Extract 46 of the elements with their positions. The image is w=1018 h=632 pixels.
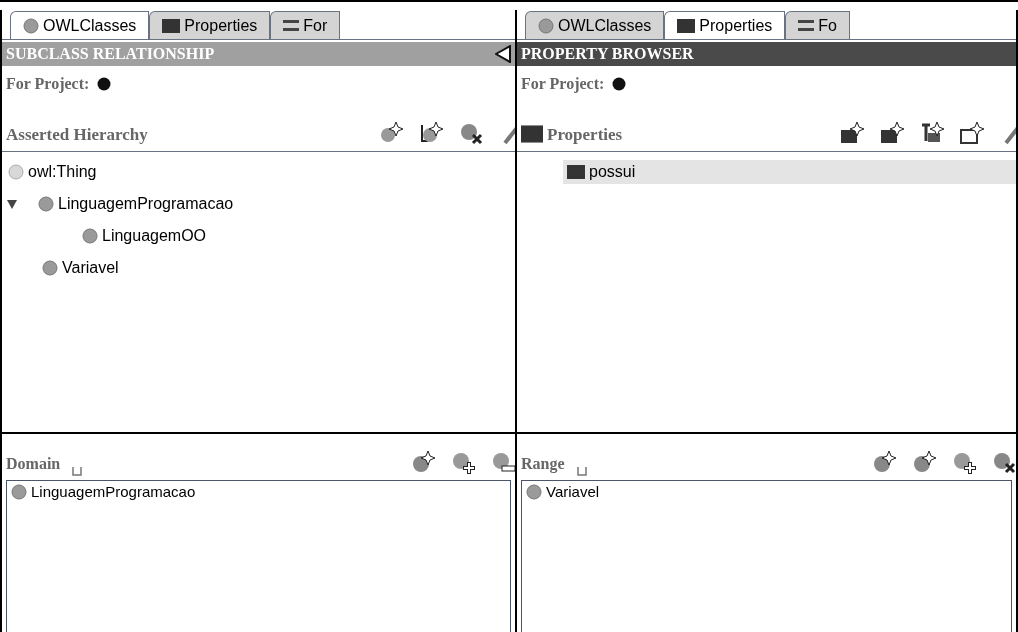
panel-title: PROPERTY BROWSER (521, 44, 694, 64)
section-title: Range (521, 454, 565, 475)
list-item[interactable]: Variavel (522, 481, 1011, 503)
tree-item[interactable]: possui (563, 160, 1016, 184)
form-icon (283, 19, 300, 32)
class-icon (23, 17, 39, 34)
tree-item[interactable]: Variavel (38, 256, 123, 280)
property-icon (521, 125, 543, 144)
tree-item[interactable]: owl:Thing (4, 160, 101, 184)
tab[interactable]: Properties (149, 11, 271, 39)
panel-title: SUBCLASS RELATIONSHIP (6, 44, 215, 64)
class-add-icon[interactable] (451, 450, 477, 476)
class-icon (82, 228, 98, 244)
form-icon (798, 19, 815, 32)
union-icon (576, 467, 587, 476)
property-icon (162, 18, 181, 33)
tab[interactable]: For (270, 11, 341, 39)
tree-item[interactable]: LinguagemProgramacao (34, 192, 238, 216)
class-icon (38, 196, 54, 212)
class-icon (42, 260, 58, 276)
tab[interactable]: OWLClasses (525, 11, 665, 39)
class-delete-icon[interactable] (459, 121, 485, 147)
tree-item[interactable]: LinguagemOO (78, 224, 211, 248)
class-delete-icon[interactable] (992, 450, 1016, 476)
project-dot-icon (97, 77, 112, 91)
for-project-label: For Project: (6, 74, 90, 95)
class-icon (538, 17, 554, 34)
collapse-icon[interactable] (495, 45, 511, 63)
class-add-icon[interactable] (952, 450, 978, 476)
tab[interactable]: Properties (664, 11, 786, 39)
property-icon (567, 165, 585, 179)
tab[interactable]: OWLClasses (10, 11, 150, 39)
property-star-icon[interactable] (960, 121, 986, 147)
for-project-label: For Project: (521, 74, 605, 95)
property-icon (677, 18, 696, 33)
class-icon (8, 164, 24, 180)
expand-icon[interactable] (6, 198, 18, 210)
list-item[interactable]: LinguagemProgramacao (7, 481, 510, 503)
project-dot-icon (612, 77, 627, 91)
class-icon (11, 484, 27, 500)
tab[interactable]: Fo (785, 11, 850, 39)
section-title: Properties (547, 123, 623, 146)
union-icon (72, 467, 83, 476)
section-title: Domain (6, 454, 61, 474)
class-icon (526, 484, 542, 500)
section-title: Asserted Hierarchy (6, 123, 148, 146)
